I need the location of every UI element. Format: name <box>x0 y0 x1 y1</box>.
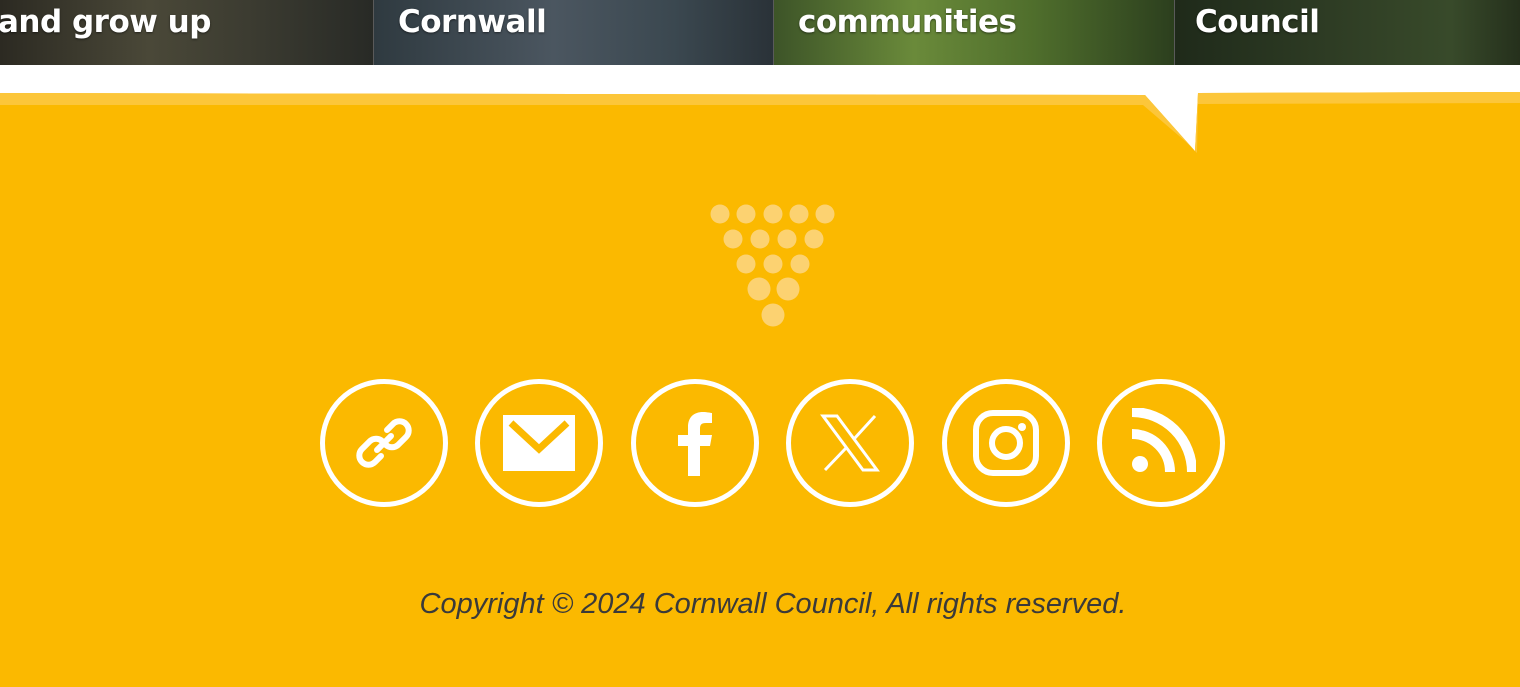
instagram-button[interactable] <box>941 379 1070 507</box>
tile-council[interactable]: Council <box>1174 0 1520 65</box>
image-tiles-strip: and grow up Cornwall communities Council <box>0 0 1520 65</box>
copyright-text: Copyright © 2024 Cornwall Council, All r… <box>419 588 1127 620</box>
link-icon <box>356 418 412 468</box>
tile-communities[interactable]: communities <box>773 0 1174 65</box>
tile-label: Council <box>1195 4 1320 40</box>
x-button[interactable] <box>786 379 915 507</box>
rss-icon <box>1131 408 1196 473</box>
instagram-icon <box>972 410 1039 476</box>
x-icon <box>820 414 881 472</box>
tile-cornwall[interactable]: Cornwall <box>373 0 773 65</box>
tile-label: communities <box>798 4 1017 40</box>
social-links <box>320 379 1225 511</box>
cornwall-council-logo <box>710 204 835 327</box>
tile-grow-up[interactable]: and grow up <box>0 0 373 65</box>
facebook-icon <box>677 412 712 476</box>
tile-label: Cornwall <box>398 4 547 40</box>
link-button[interactable] <box>320 379 448 507</box>
email-button[interactable] <box>475 379 604 507</box>
tile-label: and grow up <box>0 4 211 40</box>
facebook-button[interactable] <box>630 379 759 507</box>
email-icon <box>503 415 576 471</box>
page: and grow up Cornwall communities Council <box>0 0 1520 687</box>
rss-button[interactable] <box>1096 379 1225 507</box>
